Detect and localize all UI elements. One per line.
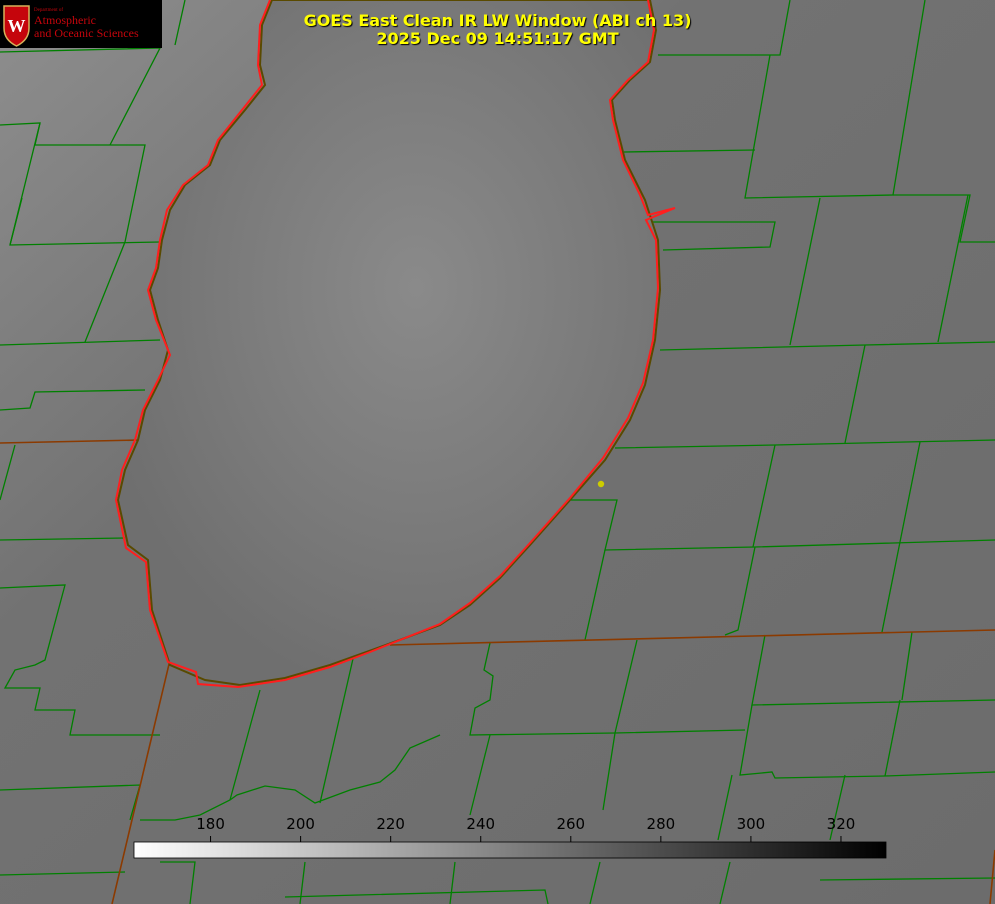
colorbar-tick-label: 180: [196, 815, 225, 833]
image-timestamp: 2025 Dec 09 14:51:17 GMT: [376, 29, 619, 48]
colorbar-tick-label: 240: [466, 815, 496, 833]
colorbar-tick-label: 260: [556, 815, 586, 833]
satellite-image: W: [0, 0, 995, 904]
location-marker: [597, 480, 605, 488]
colorbar-tick-label: 320: [826, 815, 856, 833]
image-title: GOES East Clean IR LW Window (ABI ch 13): [303, 11, 692, 30]
colorbar: [133, 841, 887, 859]
colorbar-tick-label: 300: [736, 815, 766, 833]
colorbar-tick-label: 220: [376, 815, 405, 833]
colorbar-tick-label: 200: [286, 815, 315, 833]
colorbar-tick-label: 280: [646, 815, 676, 833]
satellite-map: W W Department of Atmospheric and Oceani…: [0, 0, 995, 904]
